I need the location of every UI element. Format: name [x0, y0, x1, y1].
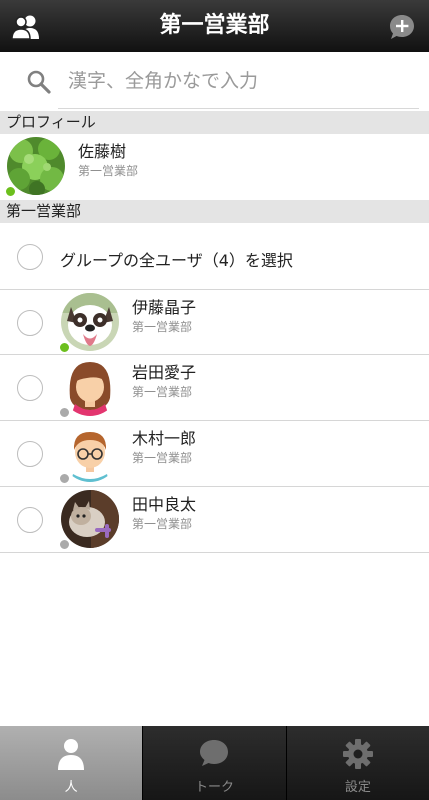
member-row[interactable]: 木村一郎 第一営業部: [0, 421, 429, 487]
dog-photo: [61, 293, 119, 351]
member-name: 木村一郎: [132, 429, 197, 448]
member-select-radio[interactable]: [17, 310, 43, 336]
kitten-photo: [61, 490, 119, 548]
online-status-dot: [5, 186, 16, 197]
online-status-dot: [59, 342, 70, 353]
offline-status-dot: [59, 539, 70, 550]
offline-status-dot: [59, 473, 70, 484]
avatar: [61, 293, 119, 351]
search-input[interactable]: [58, 64, 429, 98]
tab-talk[interactable]: トーク: [142, 726, 286, 800]
female-avatar-illustration: [61, 358, 119, 416]
member-select-radio[interactable]: [17, 375, 43, 401]
offline-status-dot: [59, 407, 70, 418]
member-dept: 第一営業部: [132, 517, 193, 531]
row-divider: [0, 552, 429, 553]
section-header-group: 第一営業部: [0, 200, 429, 223]
member-row[interactable]: 伊藤晶子 第一営業部: [0, 290, 429, 355]
member-dept: 第一営業部: [132, 451, 193, 465]
clover-photo: [7, 137, 65, 195]
tab-people[interactable]: 人: [0, 726, 143, 800]
member-select-radio[interactable]: [17, 507, 43, 533]
avatar: [61, 358, 119, 416]
person-icon: [58, 739, 85, 770]
member-name: 田中良太: [132, 495, 197, 514]
add-chat-icon: [390, 15, 414, 39]
member-row[interactable]: 岩田愛子 第一営業部: [0, 355, 429, 421]
select-all-row[interactable]: グループの全ユーザ（4）を選択: [0, 223, 429, 290]
member-row[interactable]: 田中良太 第一営業部: [0, 487, 429, 553]
member-dept: 第一営業部: [132, 320, 193, 334]
avatar: [61, 424, 119, 482]
profile-name: 佐藤樹: [78, 142, 127, 161]
male-avatar-illustration: [61, 424, 119, 482]
gear-icon: [342, 739, 373, 769]
profile-dept: 第一営業部: [78, 164, 139, 178]
app-header: 第一営業部: [0, 0, 429, 52]
chat-bubble-icon: [200, 740, 229, 766]
add-chat-button[interactable]: [387, 12, 417, 42]
section-header-profile: プロフィール: [0, 111, 429, 134]
member-name: 伊藤晶子: [132, 298, 197, 317]
select-all-label: グループの全ユーザ（4）を選択: [60, 251, 293, 270]
member-select-radio[interactable]: [17, 441, 43, 467]
search-bar: [0, 52, 429, 110]
tab-label: 人: [64, 780, 78, 795]
tab-bar: 人 トーク 設定: [0, 726, 429, 800]
select-all-radio[interactable]: [17, 244, 43, 270]
tab-settings[interactable]: 設定: [285, 726, 429, 800]
page-title: 第一営業部: [159, 13, 270, 38]
profile-row[interactable]: 佐藤樹 第一営業部: [0, 134, 429, 200]
member-name: 岩田愛子: [132, 363, 197, 382]
search-icon: [27, 70, 51, 94]
avatar: [7, 137, 65, 195]
tab-label: トーク: [194, 780, 234, 795]
member-dept: 第一営業部: [132, 385, 193, 399]
tab-label: 設定: [344, 780, 371, 795]
avatar: [61, 490, 119, 548]
search-underline: [58, 108, 419, 109]
